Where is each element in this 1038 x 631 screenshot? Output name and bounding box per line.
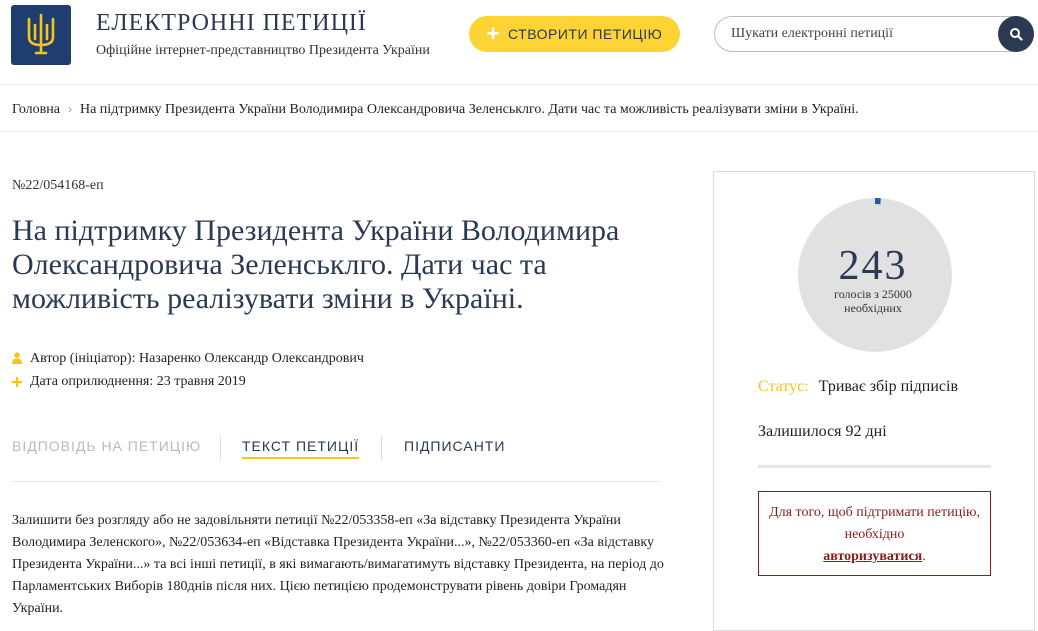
petition-status: Статус: Триває збір підписів	[758, 378, 958, 396]
tab-divider	[220, 436, 221, 460]
tab-divider	[381, 436, 382, 460]
tabs-divider	[12, 481, 660, 482]
search-box	[714, 16, 1034, 52]
person-icon	[12, 352, 22, 367]
login-link[interactable]: авторизуватися	[823, 549, 922, 564]
breadcrumb-home-link[interactable]: Головна	[12, 102, 60, 117]
petition-title: На підтримку Президента України Володими…	[12, 214, 692, 316]
site-subtitle: Офіційне інтернет-представництво Президе…	[96, 43, 430, 59]
petition-author-text: Автор (ініціатор): Назаренко Олександр О…	[30, 351, 364, 367]
petition-date: Дата оприлюднення: 23 травня 2019	[12, 374, 246, 390]
search-icon	[1009, 27, 1023, 41]
trident-icon	[24, 13, 58, 57]
tab-petition-text[interactable]: ТЕКСТ ПЕТИЦІЇ	[242, 438, 359, 459]
login-notice-text: Для того, щоб підтримати петицію, необхі…	[769, 505, 980, 542]
search-input[interactable]	[729, 25, 993, 43]
header-divider	[0, 84, 1038, 85]
petition-number: №22/054168-еп	[12, 178, 104, 194]
breadcrumb-current: На підтримку Президента України Володими…	[80, 102, 859, 117]
site-title[interactable]: ЕЛЕКТРОННІ ПЕТИЦІЇ	[96, 10, 367, 37]
breadcrumb: Головна › На підтримку Президента України …	[12, 102, 859, 118]
breadcrumb-divider	[0, 131, 1038, 132]
petition-body-text: Залишити без розгляду або не задовільнят…	[12, 510, 672, 620]
days-remaining: Залишилося 92 дні	[758, 423, 887, 441]
create-petition-button[interactable]: + СТВОРИТИ ПЕТИЦІЮ	[469, 16, 680, 52]
plus-icon: +	[487, 23, 500, 45]
plus-icon	[12, 375, 22, 390]
login-notice-suffix: .	[922, 549, 926, 564]
tab-answer[interactable]: ВІДПОВІДЬ НА ПЕТИЦІЮ	[12, 438, 201, 454]
chevron-right-icon: ›	[68, 102, 72, 116]
search-button[interactable]	[998, 16, 1034, 52]
signature-count: 243	[798, 244, 948, 288]
tab-signers[interactable]: ПІДПИСАНТИ	[404, 438, 505, 454]
login-notice: Для того, щоб підтримати петицію, необхі…	[758, 491, 991, 576]
petition-author: Автор (ініціатор): Назаренко Олександр О…	[12, 351, 364, 367]
petition-date-text: Дата оприлюднення: 23 травня 2019	[30, 374, 246, 390]
create-petition-label: СТВОРИТИ ПЕТИЦІЮ	[508, 26, 662, 42]
status-label: Статус:	[758, 378, 809, 395]
sidebar-divider	[758, 465, 991, 468]
signature-count-caption: голосів з 25000 необхідних	[810, 287, 936, 315]
coat-of-arms-logo[interactable]	[11, 5, 71, 65]
status-value: Триває збір підписів	[819, 378, 958, 395]
